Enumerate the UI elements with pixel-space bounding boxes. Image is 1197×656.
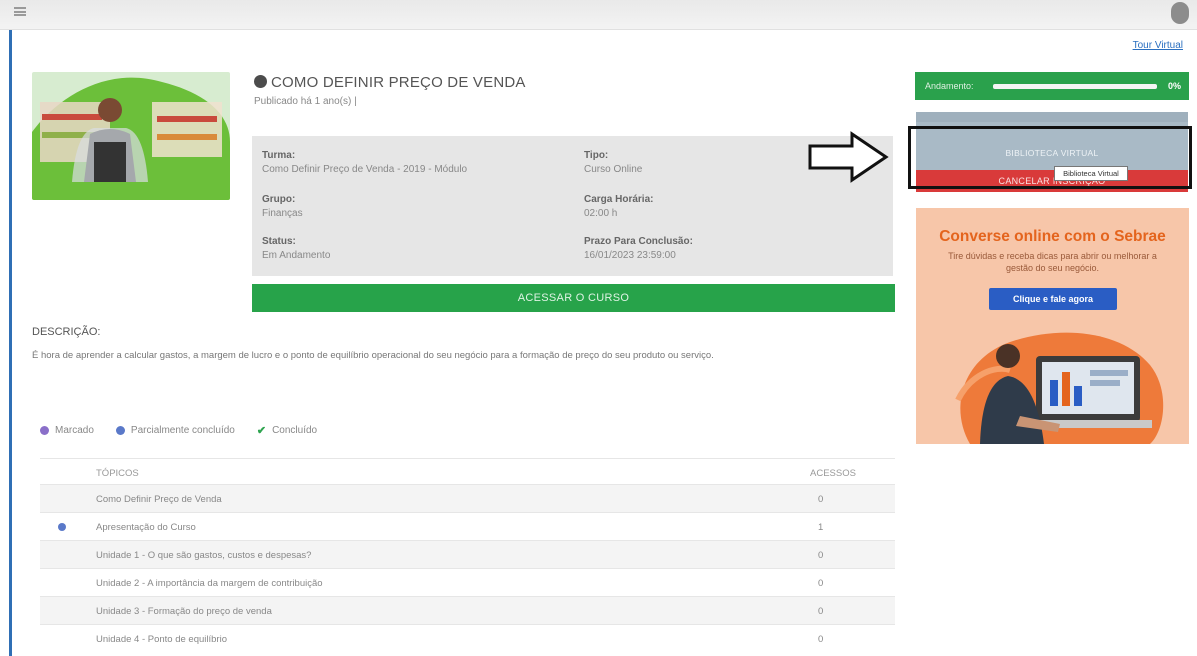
tipo-value: Curso Online (584, 164, 643, 175)
ad-subtitle: Tire dúvidas e receba dicas para abrir o… (948, 251, 1157, 273)
sidebar-strip (916, 112, 1188, 122)
table-row[interactable]: Unidade 2 - A importância da margem de c… (40, 568, 895, 596)
published-info: Publicado há 1 ano(s) | (254, 96, 357, 107)
ad-title: Converse online com o Sebrae (939, 228, 1166, 245)
check-icon: ✔ (256, 425, 267, 437)
topics-table: TÓPICOS ACESSOS Como Definir Preço de Ve… (40, 458, 895, 652)
course-thumbnail (32, 72, 230, 200)
progress-panel: Andamento: 0% (915, 72, 1189, 100)
grupo-value: Finanças (262, 208, 303, 219)
progress-bar (993, 84, 1157, 89)
topic-title[interactable]: Unidade 1 - O que são gastos, custos e d… (96, 550, 311, 561)
prazo-label: Prazo Para Conclusão: (584, 236, 693, 247)
topic-title[interactable]: Unidade 4 - Ponto de equilíbrio (96, 634, 227, 645)
topic-accesses: 1 (818, 522, 824, 533)
status-legend: Marcado Parcialmente concluído ✔ Concluí… (40, 424, 317, 437)
description-label: DESCRIÇÃO: (32, 326, 101, 338)
top-bar (0, 0, 1197, 30)
topic-title[interactable]: Como Definir Preço de Venda (96, 494, 222, 505)
marked-dot-icon (40, 426, 49, 435)
description-text: É hora de aprender a calcular gastos, a … (32, 350, 714, 361)
access-course-button[interactable]: ACESSAR O CURSO (252, 284, 895, 312)
progress-label: Andamento: (925, 81, 974, 91)
menu-icon[interactable] (14, 7, 26, 16)
topic-accesses: 0 (818, 550, 824, 561)
sebrae-ad-banner[interactable]: Converse online com o Sebrae Tire dúvida… (916, 208, 1189, 444)
course-title-text: COMO DEFINIR PREÇO DE VENDA (271, 74, 526, 91)
table-header: TÓPICOS ACESSOS (40, 458, 895, 484)
turma-value: Como Definir Preço de Venda - 2019 - Mód… (262, 164, 468, 175)
accesses-header: ACESSOS (810, 468, 856, 479)
prazo-value: 16/01/2023 23:59:00 (584, 250, 676, 261)
ad-cta-button[interactable]: Clique e fale agora (989, 288, 1117, 310)
grupo-label: Grupo: (262, 194, 296, 205)
carga-label: Carga Horária: (584, 194, 654, 205)
table-row[interactable]: Unidade 4 - Ponto de equilíbrio 0 (40, 624, 895, 652)
partial-dot-icon (115, 426, 125, 435)
partial-marker-icon (58, 523, 66, 531)
course-info-box: Turma: Como Definir Preço de Venda - 201… (252, 136, 893, 276)
carga-value: 02:00 h (584, 208, 618, 219)
topic-accesses: 0 (818, 494, 824, 505)
arrow-right-icon (808, 131, 889, 183)
ad-illustration (955, 332, 1164, 444)
topic-accesses: 0 (818, 578, 824, 589)
tipo-label: Tipo: (584, 150, 609, 161)
user-icon[interactable] (1171, 2, 1189, 24)
turma-label: Turma: (262, 150, 296, 161)
status-value: Em Andamento (262, 250, 331, 261)
legend-done: Concluído (272, 425, 318, 436)
status-label: Status: (262, 236, 296, 247)
highlight-box (908, 126, 1192, 189)
table-row[interactable]: Unidade 3 - Formação do preço de venda 0 (40, 596, 895, 624)
progress-percent: 0% (1167, 81, 1181, 91)
topic-title[interactable]: Unidade 2 - A importância da margem de c… (96, 578, 323, 589)
table-row[interactable]: Como Definir Preço de Venda 0 (40, 484, 895, 512)
table-row[interactable]: Unidade 1 - O que são gastos, custos e d… (40, 540, 895, 568)
topic-title[interactable]: Unidade 3 - Formação do preço de venda (96, 606, 272, 617)
legend-partial: Parcialmente concluído (130, 425, 235, 436)
left-accent-line (9, 30, 12, 656)
table-row[interactable]: Apresentação do Curso 1 (40, 512, 895, 540)
globe-icon (254, 75, 267, 88)
topic-title[interactable]: Apresentação do Curso (96, 522, 196, 533)
tour-virtual-link[interactable]: Tour Virtual (1133, 40, 1183, 51)
legend-marked: Marcado (55, 425, 94, 436)
topic-accesses: 0 (818, 606, 824, 617)
topics-header: TÓPICOS (96, 468, 139, 479)
topic-accesses: 0 (818, 634, 824, 645)
course-title: COMO DEFINIR PREÇO DE VENDA (254, 74, 526, 91)
